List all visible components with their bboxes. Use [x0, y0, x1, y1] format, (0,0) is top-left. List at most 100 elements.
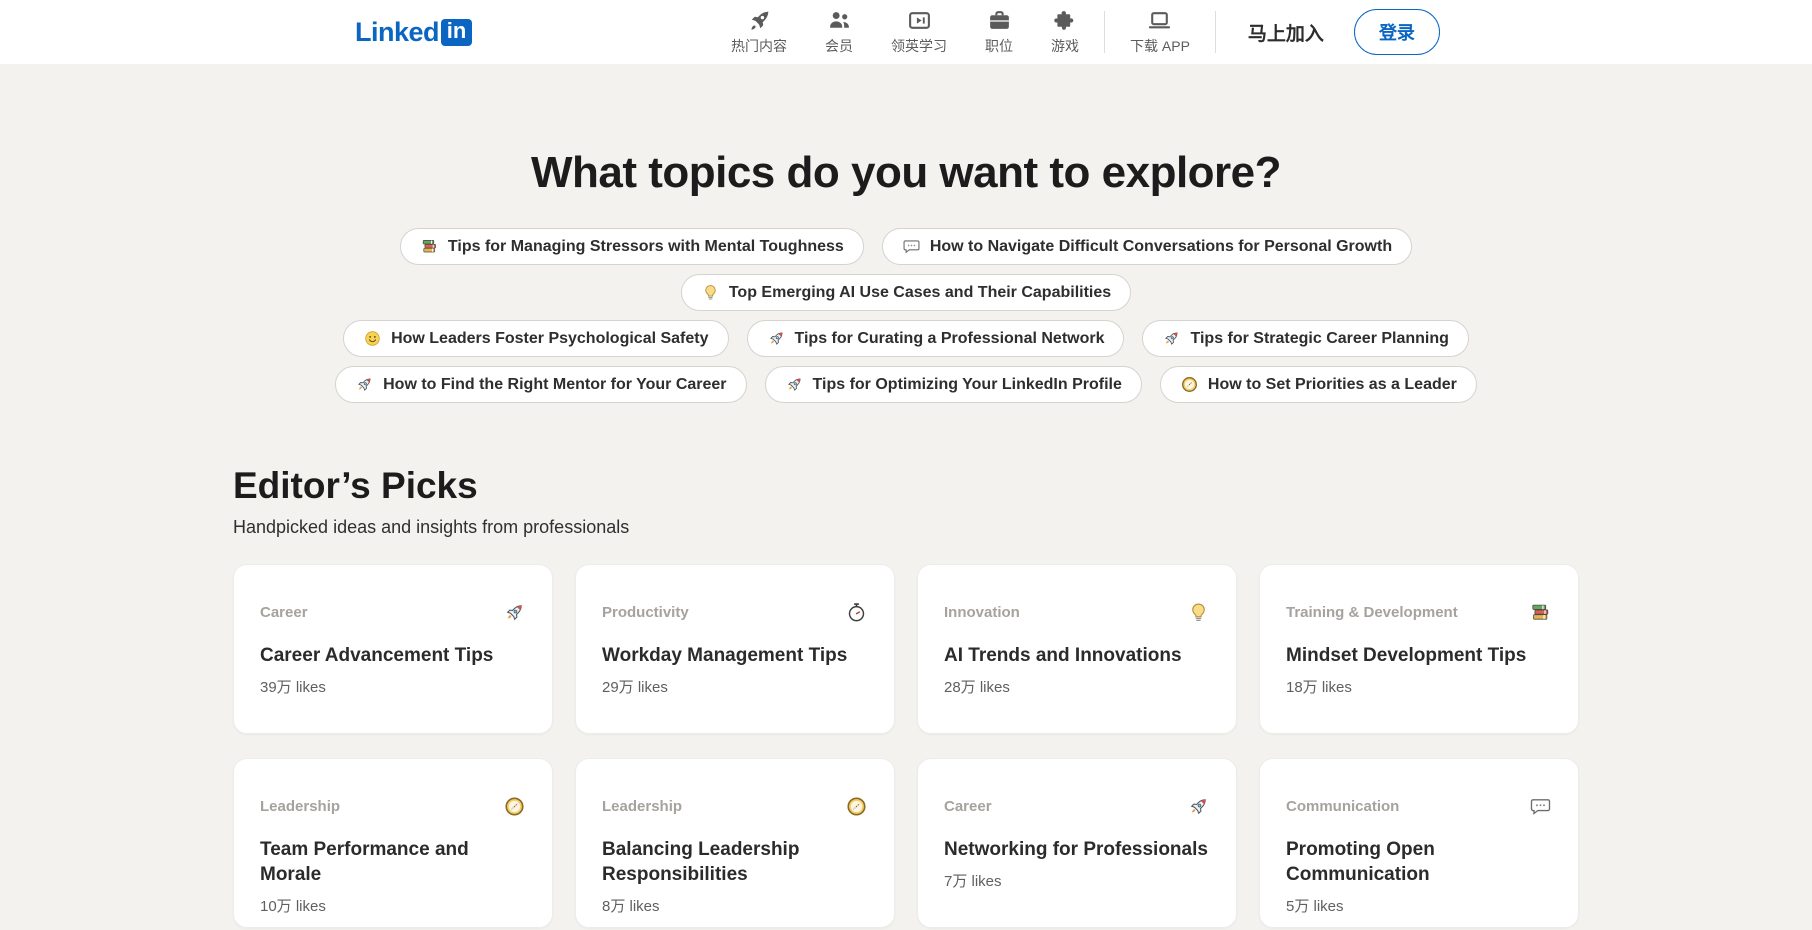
pick-card-ai-trends[interactable]: Innovation AI Trends and Innovations 28万…	[917, 564, 1237, 734]
nav-item-membership[interactable]: 会员	[806, 8, 872, 56]
pick-card-balancing-leadership[interactable]: Leadership Balancing Leadership Responsi…	[575, 758, 895, 928]
editors-picks-title: Editor’s Picks	[233, 465, 1579, 507]
nav-item-label: 职位	[985, 36, 1013, 56]
topic-pill-ai-use-cases[interactable]: Top Emerging AI Use Cases and Their Capa…	[681, 274, 1131, 311]
main-nav: 热门内容 会员 领英学习 职位 游戏 下载 APP	[712, 8, 1440, 56]
editors-picks-subtitle: Handpicked ideas and insights from profe…	[233, 517, 1579, 538]
card-title: Career Advancement Tips	[260, 643, 526, 668]
topic-pill-label: Tips for Strategic Career Planning	[1190, 330, 1448, 348]
join-now-link[interactable]: 马上加入	[1248, 19, 1324, 46]
rocket-icon	[747, 8, 772, 33]
rocket-icon	[1162, 329, 1181, 348]
topic-pill-label: How to Navigate Difficult Conversations …	[930, 238, 1392, 256]
compass-icon	[1180, 375, 1199, 394]
top-navigation-bar: Linked in 热门内容 会员 领英学习 职位 游戏	[0, 0, 1812, 64]
editors-picks-section: Editor’s Picks Handpicked ideas and insi…	[233, 465, 1579, 928]
pick-card-career-advancement[interactable]: Career Career Advancement Tips 39万 likes	[233, 564, 553, 734]
sign-in-button[interactable]: 登录	[1354, 9, 1440, 55]
card-likes: 5万 likes	[1286, 895, 1552, 916]
speech-icon	[902, 237, 921, 256]
card-category: Training & Development	[1286, 604, 1458, 621]
pick-card-mindset-development[interactable]: Training & Development Mindset Developme…	[1259, 564, 1579, 734]
topic-pill-right-mentor[interactable]: How to Find the Right Mentor for Your Ca…	[335, 366, 746, 403]
nav-item-download-app[interactable]: 下载 APP	[1111, 8, 1209, 56]
explore-title: What topics do you want to explore?	[0, 148, 1812, 198]
nav-item-learning[interactable]: 领英学习	[872, 8, 966, 56]
card-likes: 18万 likes	[1286, 676, 1552, 697]
card-category: Leadership	[602, 798, 682, 815]
puzzle-icon	[1053, 8, 1078, 33]
card-likes: 8万 likes	[602, 895, 868, 916]
bulb-icon	[1187, 601, 1210, 624]
topic-pill-set-priorities[interactable]: How to Set Priorities as a Leader	[1160, 366, 1477, 403]
card-title: Mindset Development Tips	[1286, 643, 1552, 668]
card-likes: 10万 likes	[260, 895, 526, 916]
speech-icon	[1529, 795, 1552, 818]
topic-row-4: How to Find the Right Mentor for Your Ca…	[0, 366, 1812, 403]
stopwatch-icon	[845, 601, 868, 624]
nav-item-label: 领英学习	[891, 36, 947, 56]
main-content: What topics do you want to explore? Tips…	[0, 148, 1812, 928]
topic-pill-optimizing-profile[interactable]: Tips for Optimizing Your LinkedIn Profil…	[765, 366, 1142, 403]
topic-pill-rows: Tips for Managing Stressors with Mental …	[0, 228, 1812, 403]
nav-item-games[interactable]: 游戏	[1032, 8, 1098, 56]
laptop-icon	[1147, 8, 1172, 33]
card-likes: 29万 likes	[602, 676, 868, 697]
card-title: Promoting Open Communication	[1286, 837, 1552, 887]
card-category: Productivity	[602, 604, 689, 621]
pick-card-open-communication[interactable]: Communication Promoting Open Communicati…	[1259, 758, 1579, 928]
compass-icon	[845, 795, 868, 818]
rocket-icon	[1187, 795, 1210, 818]
pick-card-team-performance[interactable]: Leadership Team Performance and Morale 1…	[233, 758, 553, 928]
topic-row-3: How Leaders Foster Psychological Safety …	[0, 320, 1812, 357]
smiley-icon	[363, 329, 382, 348]
topic-pill-label: Top Emerging AI Use Cases and Their Capa…	[729, 284, 1111, 302]
linkedin-in-badge: in	[441, 19, 472, 46]
card-category: Innovation	[944, 604, 1020, 621]
topic-pill-career-planning[interactable]: Tips for Strategic Career Planning	[1142, 320, 1468, 357]
rocket-icon	[767, 329, 786, 348]
topic-row-1: Tips for Managing Stressors with Mental …	[0, 228, 1812, 265]
nav-divider	[1215, 11, 1216, 53]
card-title: Balancing Leadership Responsibilities	[602, 837, 868, 887]
bulb-icon	[701, 283, 720, 302]
card-category: Communication	[1286, 798, 1399, 815]
books-icon	[1529, 601, 1552, 624]
card-title: AI Trends and Innovations	[944, 643, 1210, 668]
card-title: Team Performance and Morale	[260, 837, 526, 887]
card-category: Career	[260, 604, 308, 621]
compass-icon	[503, 795, 526, 818]
linkedin-logo[interactable]: Linked in	[355, 17, 472, 48]
topic-row-2: Top Emerging AI Use Cases and Their Capa…	[0, 274, 1812, 311]
rocket-icon	[503, 601, 526, 624]
nav-item-hot-content[interactable]: 热门内容	[712, 8, 806, 56]
topic-pill-psychological-safety[interactable]: How Leaders Foster Psychological Safety	[343, 320, 728, 357]
topic-pill-label: How to Find the Right Mentor for Your Ca…	[383, 376, 726, 394]
rocket-icon	[355, 375, 374, 394]
pick-card-workday-management[interactable]: Productivity Workday Management Tips 29万…	[575, 564, 895, 734]
pick-card-networking[interactable]: Career Networking for Professionals 7万 l…	[917, 758, 1237, 928]
nav-item-label: 热门内容	[731, 36, 787, 56]
nav-item-jobs[interactable]: 职位	[966, 8, 1032, 56]
rocket-icon	[785, 375, 804, 394]
nav-item-label: 下载 APP	[1130, 36, 1190, 56]
nav-divider	[1104, 11, 1105, 53]
topic-pill-label: How Leaders Foster Psychological Safety	[391, 330, 708, 348]
topic-pill-professional-network[interactable]: Tips for Curating a Professional Network	[747, 320, 1125, 357]
card-likes: 7万 likes	[944, 870, 1210, 891]
card-likes: 39万 likes	[260, 676, 526, 697]
card-category: Leadership	[260, 798, 340, 815]
nav-item-label: 游戏	[1051, 36, 1079, 56]
picks-cards-grid: Career Career Advancement Tips 39万 likes…	[233, 564, 1579, 928]
topic-pill-label: Tips for Managing Stressors with Mental …	[448, 238, 844, 256]
topic-pill-difficult-conversations[interactable]: How to Navigate Difficult Conversations …	[882, 228, 1412, 265]
card-likes: 28万 likes	[944, 676, 1210, 697]
card-category: Career	[944, 798, 992, 815]
topic-pill-managing-stressors[interactable]: Tips for Managing Stressors with Mental …	[400, 228, 864, 265]
topic-pill-label: Tips for Optimizing Your LinkedIn Profil…	[813, 376, 1122, 394]
books-icon	[420, 237, 439, 256]
briefcase-icon	[987, 8, 1012, 33]
topic-pill-label: Tips for Curating a Professional Network	[795, 330, 1105, 348]
nav-item-label: 会员	[825, 36, 853, 56]
card-title: Networking for Professionals	[944, 837, 1210, 862]
